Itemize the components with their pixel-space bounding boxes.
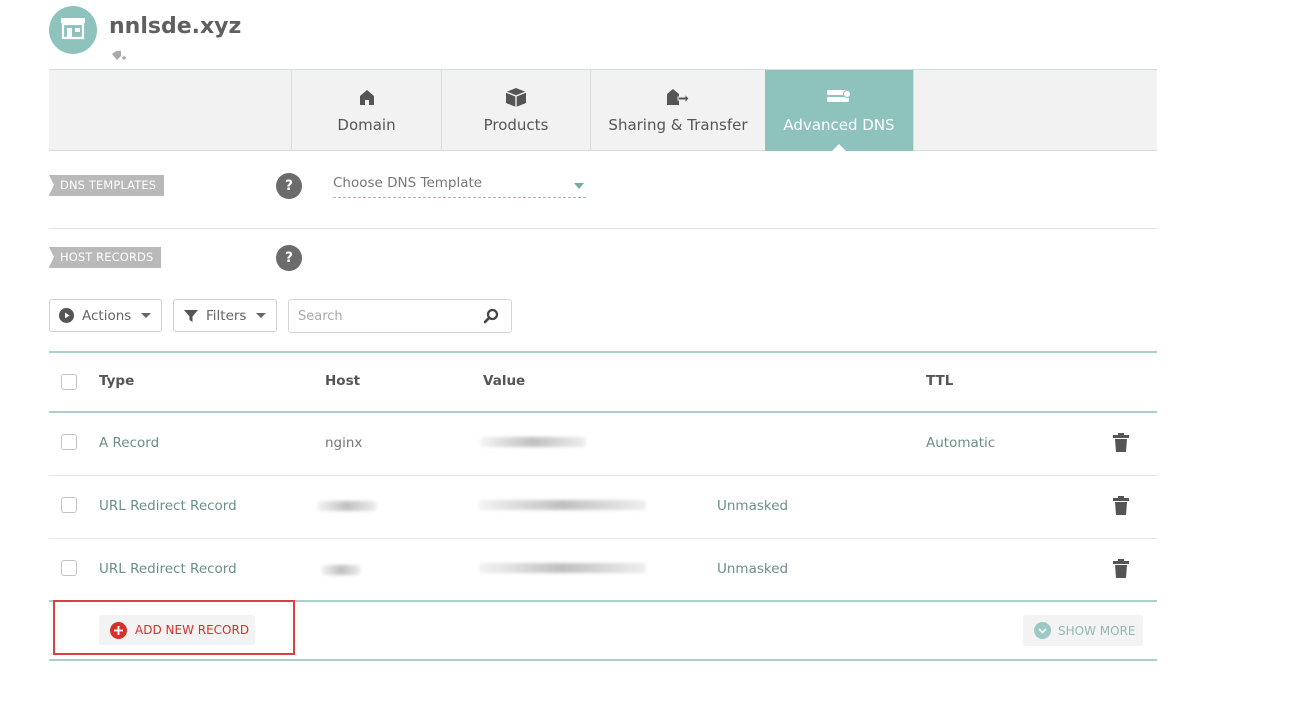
server-icon bbox=[826, 87, 852, 107]
record-value-redacted bbox=[478, 563, 646, 573]
actions-button[interactable]: Actions bbox=[49, 299, 162, 332]
filter-icon bbox=[184, 309, 198, 323]
caret-down-icon bbox=[141, 313, 152, 318]
section-divider bbox=[49, 228, 1157, 229]
tab-domain[interactable]: Domain bbox=[291, 70, 441, 151]
actions-label: Actions bbox=[82, 307, 132, 324]
record-host-redacted bbox=[321, 565, 361, 575]
record-ttl: Automatic bbox=[926, 435, 996, 451]
trash-icon[interactable] bbox=[1113, 433, 1129, 456]
row-checkbox[interactable] bbox=[61, 434, 77, 450]
add-tag-icon[interactable] bbox=[111, 48, 127, 67]
tab-advanced-dns[interactable]: Advanced DNS bbox=[765, 70, 913, 152]
tab-sharing-transfer[interactable]: Sharing & Transfer bbox=[590, 70, 765, 151]
record-value-redacted bbox=[478, 500, 646, 510]
caret-down-icon bbox=[256, 313, 267, 318]
chevron-down-icon bbox=[574, 183, 584, 189]
dns-template-select[interactable]: Choose DNS Template bbox=[333, 175, 586, 198]
row-checkbox[interactable] bbox=[61, 560, 77, 576]
show-more-button[interactable]: SHOW MORE bbox=[1023, 615, 1143, 646]
home-icon bbox=[359, 87, 375, 107]
tab-divider bbox=[913, 70, 914, 151]
record-redirect-type: Unmasked bbox=[717, 561, 789, 577]
record-type: URL Redirect Record bbox=[99, 498, 237, 514]
record-type: A Record bbox=[99, 435, 160, 451]
record-redirect-type: Unmasked bbox=[717, 498, 789, 514]
record-host-redacted bbox=[317, 501, 377, 511]
dns-templates-label: DNS TEMPLATES bbox=[49, 175, 165, 196]
host-records-label: HOST RECORDS bbox=[49, 247, 162, 268]
help-icon[interactable]: ? bbox=[276, 173, 302, 199]
tab-label: Sharing & Transfer bbox=[608, 116, 748, 134]
avatar bbox=[49, 6, 97, 54]
storefront-icon bbox=[59, 16, 87, 44]
column-header-type[interactable]: Type bbox=[99, 373, 134, 389]
table-top-border bbox=[49, 351, 1157, 353]
share-transfer-icon bbox=[666, 87, 690, 107]
search-box bbox=[288, 299, 512, 333]
record-value-redacted bbox=[480, 437, 586, 447]
chevron-down-circle-icon bbox=[1034, 622, 1051, 639]
show-more-label: SHOW MORE bbox=[1058, 623, 1136, 638]
dns-template-select-value: Choose DNS Template bbox=[333, 175, 483, 191]
domain-tabs: Domain Products Sharing & Transfer Advan… bbox=[49, 69, 1157, 152]
column-header-host[interactable]: Host bbox=[325, 373, 360, 389]
search-icon[interactable] bbox=[483, 308, 499, 328]
row-checkbox[interactable] bbox=[61, 497, 77, 513]
filters-label: Filters bbox=[206, 307, 247, 324]
search-input[interactable] bbox=[289, 300, 469, 332]
table-row[interactable]: URL Redirect Record Unmasked bbox=[49, 539, 1157, 602]
tab-label: Domain bbox=[337, 116, 396, 134]
column-header-ttl[interactable]: TTL bbox=[926, 373, 953, 389]
box-icon bbox=[505, 87, 527, 107]
record-type: URL Redirect Record bbox=[99, 561, 237, 577]
table-row[interactable]: A Record nginx Automatic bbox=[49, 413, 1157, 476]
select-all-checkbox[interactable] bbox=[61, 374, 77, 390]
highlight-annotation bbox=[53, 600, 295, 655]
tab-products[interactable]: Products bbox=[441, 70, 590, 151]
record-host: nginx bbox=[325, 435, 363, 451]
filters-button[interactable]: Filters bbox=[173, 299, 277, 332]
table-row[interactable]: URL Redirect Record Unmasked bbox=[49, 476, 1157, 539]
trash-icon[interactable] bbox=[1113, 496, 1129, 519]
tab-label: Products bbox=[483, 116, 549, 134]
tab-label: Advanced DNS bbox=[783, 116, 895, 134]
domain-title: nnlsde.xyz bbox=[109, 14, 242, 39]
play-circle-icon bbox=[59, 308, 74, 323]
column-header-value[interactable]: Value bbox=[483, 373, 525, 389]
trash-icon[interactable] bbox=[1113, 559, 1129, 582]
table-end-border bbox=[49, 659, 1157, 661]
help-icon[interactable]: ? bbox=[276, 245, 302, 271]
